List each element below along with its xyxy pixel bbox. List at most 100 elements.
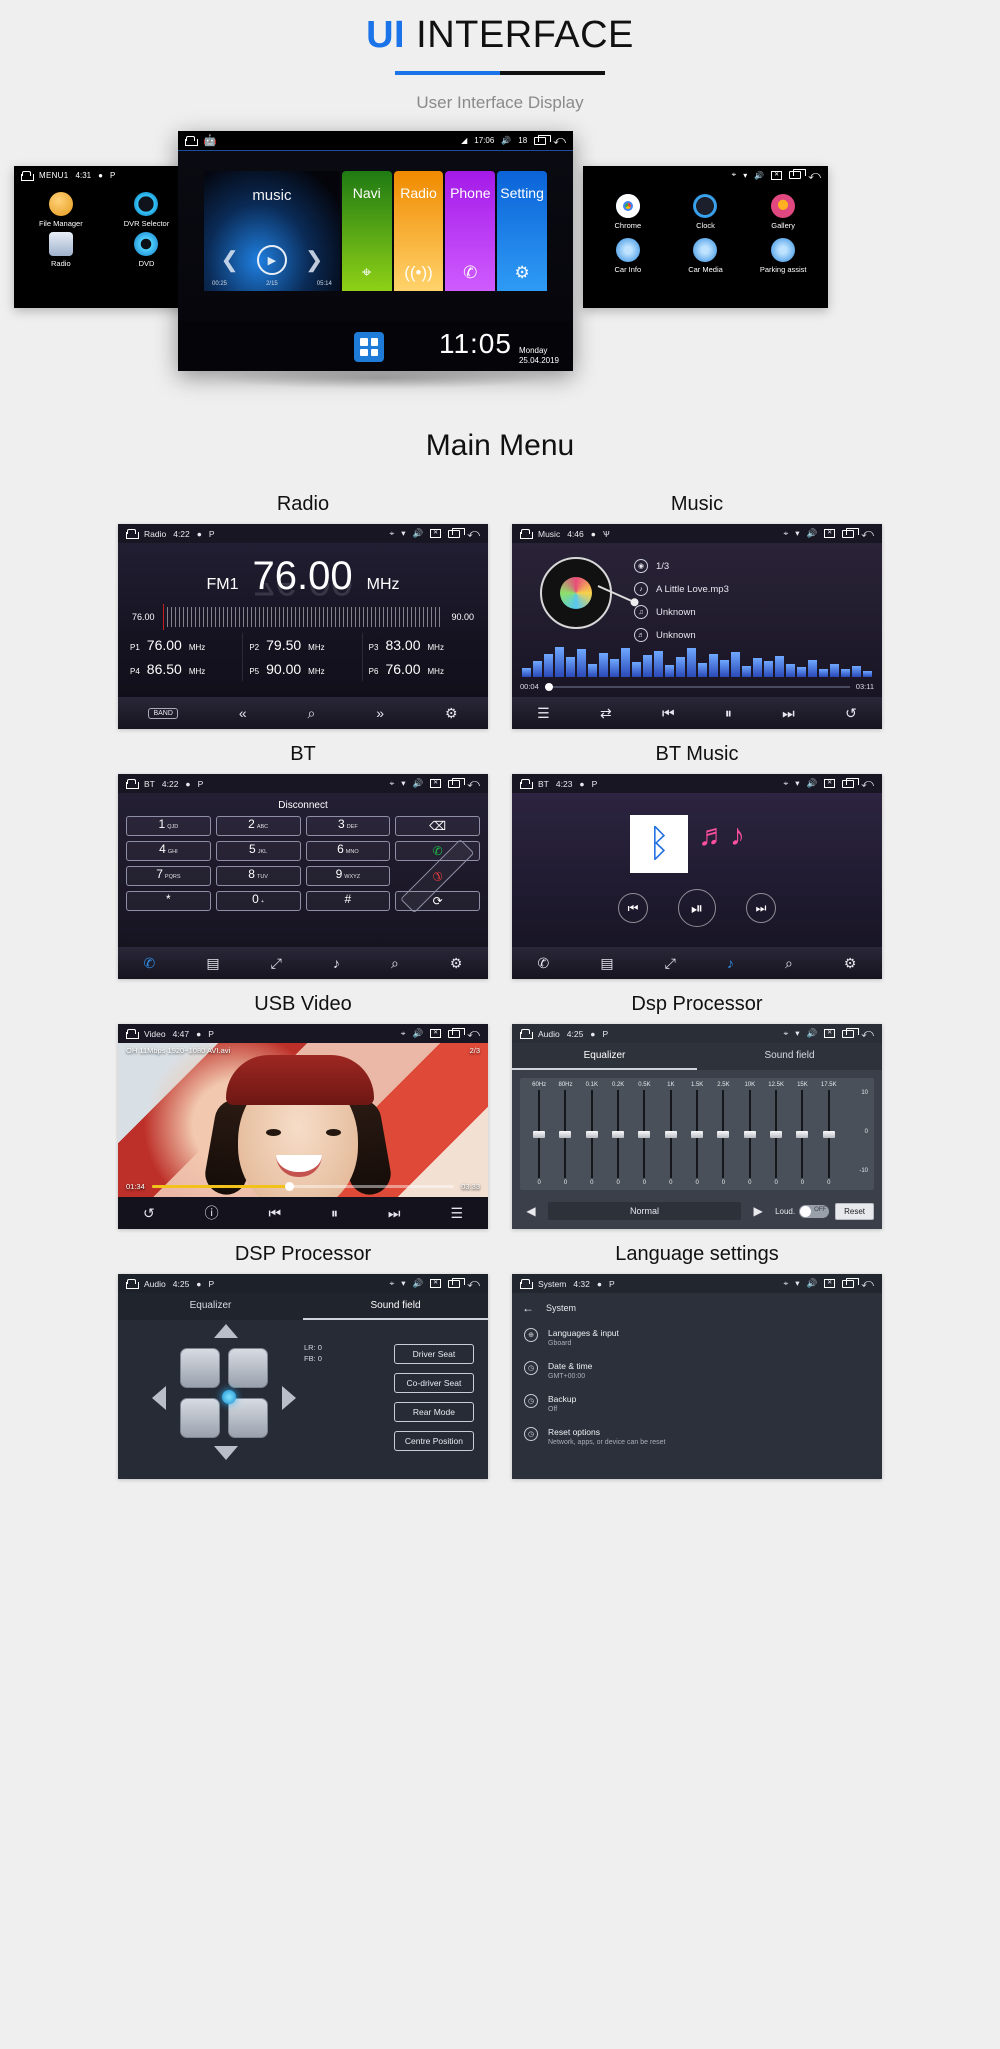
slider-track[interactable] bbox=[664, 1090, 677, 1178]
phone-icon[interactable]: ✆ bbox=[538, 955, 550, 972]
pause-icon[interactable]: ⏸ bbox=[331, 1205, 338, 1222]
prev-preset-icon[interactable]: ◀ bbox=[520, 1201, 542, 1221]
app-dvd[interactable]: DVD bbox=[104, 232, 190, 268]
recent-apps-icon[interactable] bbox=[448, 527, 466, 538]
screen-dsp-equalizer[interactable]: Audio 4:25 ● P ⌖ ▾ 🔊 ✕ ⤺ Equalizer Sound… bbox=[512, 1024, 882, 1229]
slider-track[interactable] bbox=[533, 1090, 546, 1178]
recent-apps-icon[interactable] bbox=[842, 1277, 860, 1288]
sound-focus-dot[interactable] bbox=[222, 1390, 236, 1404]
search-icon[interactable]: ⌕ bbox=[785, 955, 793, 972]
preset-item[interactable]: P4 86.50 MHz bbox=[124, 657, 244, 681]
tab-equalizer[interactable]: Equalizer bbox=[118, 1293, 303, 1320]
eq-band[interactable]: 60Hz 0 bbox=[526, 1082, 552, 1186]
recent-apps-icon[interactable] bbox=[842, 527, 860, 538]
settings-row[interactable]: ◷ Date & time GMT+00:00 bbox=[512, 1354, 882, 1387]
close-icon[interactable]: ✕ bbox=[430, 1279, 442, 1288]
app-car-media[interactable]: Car Media bbox=[667, 238, 745, 274]
home-icon[interactable] bbox=[21, 171, 34, 181]
eq-band[interactable]: 2.5K 0 bbox=[710, 1082, 736, 1186]
home-icon[interactable] bbox=[520, 529, 533, 539]
app-clock[interactable]: Clock bbox=[667, 194, 745, 230]
settings-row[interactable]: ◷ Reset options Network, apps, or device… bbox=[512, 1420, 882, 1453]
screen-radio[interactable]: Radio 4:22 ● P ⌖ ▾ 🔊 ✕ ⤺ FM1 76.00 MHz 7… bbox=[118, 524, 488, 729]
slider-track[interactable] bbox=[822, 1090, 835, 1178]
close-icon[interactable]: ✕ bbox=[430, 779, 442, 788]
gear-icon[interactable]: ⚙ bbox=[445, 705, 458, 722]
device-right-apps[interactable]: ⌖ ▾ 🔊 ✕ ⤺ Chrome Clock Gallery Car Info bbox=[583, 166, 828, 308]
home-icon[interactable] bbox=[520, 1279, 533, 1289]
back-icon[interactable]: ⤺ bbox=[861, 1276, 874, 1291]
prev-track-icon[interactable]: ⏮ bbox=[618, 893, 648, 923]
eq-band[interactable]: 1K 0 bbox=[658, 1082, 684, 1186]
band-button[interactable]: BAND bbox=[148, 707, 178, 719]
volume-icon[interactable]: 🔊 bbox=[807, 1028, 818, 1039]
close-icon[interactable]: ✕ bbox=[824, 529, 836, 538]
progress-bar[interactable] bbox=[151, 1182, 455, 1191]
eq-band[interactable]: 0.1K 0 bbox=[579, 1082, 605, 1186]
home-icon[interactable] bbox=[126, 529, 139, 539]
volume-icon[interactable]: 🔊 bbox=[413, 528, 424, 539]
eq-band[interactable]: 0.2K 0 bbox=[605, 1082, 631, 1186]
recent-apps-icon[interactable] bbox=[448, 777, 466, 788]
tuner-dial[interactable]: 76.00 90.00 bbox=[118, 603, 488, 630]
arrow-right-icon[interactable] bbox=[282, 1386, 296, 1410]
app-radio[interactable]: Radio bbox=[18, 232, 104, 268]
slider-track[interactable] bbox=[559, 1090, 572, 1178]
home-icon[interactable] bbox=[185, 136, 198, 146]
close-icon[interactable]: ✕ bbox=[824, 779, 836, 788]
seek-back-icon[interactable]: « bbox=[239, 705, 247, 721]
volume-icon[interactable]: 🔊 bbox=[413, 1278, 424, 1289]
keypad-key[interactable]: 3 DEF bbox=[305, 816, 391, 836]
preset-item[interactable]: P3 83.00 MHz bbox=[363, 633, 482, 657]
next-preset-icon[interactable]: ▶ bbox=[747, 1201, 769, 1221]
back-arrow-icon[interactable]: ← bbox=[522, 1301, 534, 1315]
video-body[interactable]: OH 11Mbps 1920~1080 AVI.avi 2/3 01:34 03… bbox=[118, 1043, 488, 1229]
backspace-icon[interactable]: ⌫ bbox=[395, 816, 480, 836]
dial-scale[interactable] bbox=[162, 604, 444, 630]
volume-icon[interactable]: 🔊 bbox=[413, 778, 424, 789]
slider-track[interactable] bbox=[717, 1090, 730, 1178]
progress-bar[interactable] bbox=[544, 682, 850, 691]
home-icon[interactable] bbox=[126, 1279, 139, 1289]
shuffle-icon[interactable]: ⇄ bbox=[600, 705, 612, 722]
slider-track[interactable] bbox=[743, 1090, 756, 1178]
keypad-key[interactable]: * bbox=[126, 891, 211, 911]
back-icon[interactable]: ⤺ bbox=[467, 526, 480, 541]
eq-band[interactable]: 80Hz 0 bbox=[552, 1082, 578, 1186]
back-icon[interactable]: ⤺ bbox=[467, 1026, 480, 1041]
close-icon[interactable]: ✕ bbox=[430, 1029, 442, 1038]
app-drawer-button[interactable] bbox=[354, 332, 384, 362]
home-icon[interactable] bbox=[126, 779, 139, 789]
gear-icon[interactable]: ⚙ bbox=[450, 955, 463, 972]
recent-apps-icon[interactable] bbox=[842, 1027, 860, 1038]
slider-track[interactable] bbox=[691, 1090, 704, 1178]
eq-band[interactable]: 17.5K 0 bbox=[816, 1082, 842, 1186]
video-progress-row[interactable]: 01:34 03:33 bbox=[126, 1182, 480, 1191]
search-icon[interactable]: ⌕ bbox=[391, 955, 399, 972]
play-pause-icon[interactable]: ⏯ bbox=[678, 889, 716, 927]
seat-front-left[interactable] bbox=[180, 1348, 220, 1388]
arrow-down-icon[interactable] bbox=[214, 1446, 238, 1460]
gear-icon[interactable]: ⚙ bbox=[844, 955, 857, 972]
preset-item[interactable]: P5 90.00 MHz bbox=[243, 657, 363, 681]
seat-front-right[interactable] bbox=[228, 1348, 268, 1388]
next-track-icon[interactable]: ❯ bbox=[305, 247, 323, 273]
volume-icon[interactable]: 🔊 bbox=[807, 528, 818, 539]
settings-row[interactable]: ◷ Backup Off bbox=[512, 1387, 882, 1420]
prev-track-icon[interactable]: ⏮ bbox=[662, 705, 675, 722]
home-icon[interactable] bbox=[520, 779, 533, 789]
settings-row[interactable]: ⊕ Languages & input Gboard bbox=[512, 1321, 882, 1354]
eq-band[interactable]: 15K 0 bbox=[789, 1082, 815, 1186]
driver-seat-button[interactable]: Driver Seat bbox=[393, 1344, 474, 1364]
keypad-key[interactable]: 4 GHI bbox=[126, 841, 211, 861]
next-track-icon[interactable]: ⏭ bbox=[388, 1205, 401, 1222]
slider-track[interactable] bbox=[770, 1090, 783, 1178]
recent-apps-icon[interactable] bbox=[534, 134, 552, 145]
pause-icon[interactable]: ⏸ bbox=[725, 705, 732, 722]
arrow-up-icon[interactable] bbox=[214, 1324, 238, 1338]
reset-button[interactable]: Reset bbox=[835, 1202, 874, 1220]
preset-item[interactable]: P1 76.00 MHz bbox=[124, 633, 244, 657]
tab-sound-field[interactable]: Sound field bbox=[697, 1043, 882, 1070]
eq-band[interactable]: 0.5K 0 bbox=[631, 1082, 657, 1186]
tile-radio[interactable]: Radio ((•)) bbox=[393, 171, 444, 291]
